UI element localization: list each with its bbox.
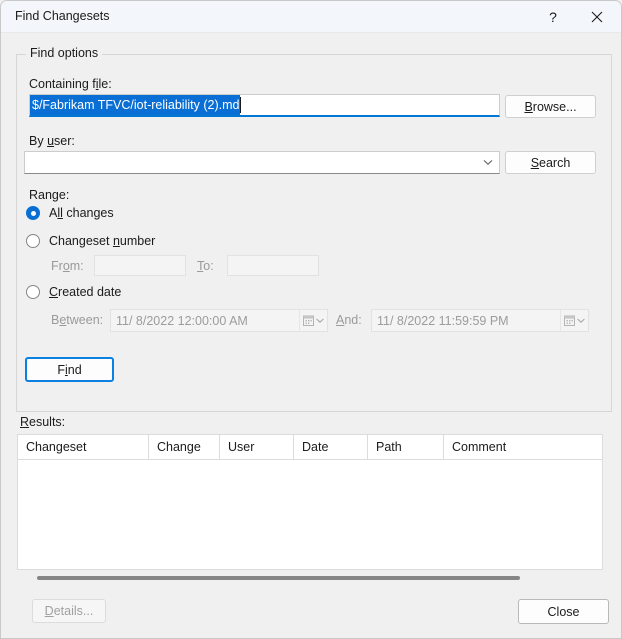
results-label: Results: <box>20 415 66 429</box>
details-button[interactable]: Details... <box>32 599 106 623</box>
and-date-value: 11/ 8/2022 11:59:59 PM <box>377 313 509 328</box>
column-header-change[interactable]: Change <box>149 435 220 459</box>
to-label: To: <box>197 259 214 273</box>
column-header-user[interactable]: User <box>220 435 294 459</box>
window-title: Find Changesets <box>15 9 110 23</box>
find-changesets-dialog: Find Changesets ? Find options Containin… <box>0 0 622 639</box>
and-datepicker[interactable]: 11/ 8/2022 11:59:59 PM <box>371 309 589 332</box>
radio-indicator[interactable] <box>26 285 40 299</box>
radio-created-date-label: Created date <box>49 285 122 299</box>
search-button[interactable]: Search <box>505 151 596 174</box>
column-header-path[interactable]: Path <box>368 435 444 459</box>
column-header-changeset[interactable]: Changeset <box>18 435 149 459</box>
containing-file-input[interactable]: $/Fabrikam TFVC/iot-reliability (2).md <box>29 94 500 117</box>
radio-changeset-number[interactable]: Changeset number <box>26 234 155 248</box>
between-date-value: 11/ 8/2022 12:00:00 AM <box>116 313 248 328</box>
column-header-comment[interactable]: Comment <box>444 435 602 459</box>
radio-indicator[interactable] <box>26 206 40 220</box>
from-label: From: <box>51 259 84 273</box>
chevron-down-icon[interactable] <box>477 159 499 166</box>
radio-changeset-number-label: Changeset number <box>49 234 156 248</box>
containing-file-label: Containing file: <box>29 77 112 91</box>
help-icon[interactable]: ? <box>531 1 575 32</box>
chevron-down-icon <box>577 318 585 323</box>
radio-indicator[interactable] <box>26 234 40 248</box>
between-datepicker[interactable]: 11/ 8/2022 12:00:00 AM <box>110 309 328 332</box>
text-caret <box>240 97 242 113</box>
column-header-date[interactable]: Date <box>294 435 368 459</box>
horizontal-scrollbar[interactable] <box>17 573 603 585</box>
results-listview[interactable]: Changeset Change User Date Path Comment <box>17 434 603 570</box>
by-user-label: By user: <box>29 134 75 148</box>
and-label: And: <box>336 313 362 327</box>
chevron-down-icon <box>316 318 324 323</box>
radio-created-date[interactable]: Created date <box>26 285 121 299</box>
from-input[interactable] <box>94 255 186 276</box>
close-button[interactable]: Close <box>518 599 609 624</box>
scrollbar-thumb[interactable] <box>37 576 520 580</box>
containing-file-value: $/Fabrikam TFVC/iot-reliability (2).md <box>30 95 241 115</box>
radio-all-changes-label: All changes <box>49 206 114 220</box>
close-icon[interactable] <box>575 1 619 32</box>
calendar-icon[interactable] <box>560 310 588 331</box>
by-user-combobox[interactable] <box>24 151 500 174</box>
between-label: Between: <box>51 313 104 327</box>
find-button[interactable]: Fi nd <box>25 357 114 382</box>
radio-all-changes[interactable]: All changes <box>26 206 114 220</box>
calendar-icon[interactable] <box>299 310 327 331</box>
range-label: Range: <box>29 188 70 202</box>
title-bar: Find Changesets ? <box>1 1 621 33</box>
to-input[interactable] <box>227 255 319 276</box>
results-empty-body <box>18 460 602 569</box>
browse-button[interactable]: Browse... <box>505 95 596 118</box>
find-options-legend: Find options <box>26 46 103 60</box>
by-user-input[interactable] <box>25 153 477 172</box>
results-header-row: Changeset Change User Date Path Comment <box>18 435 602 460</box>
